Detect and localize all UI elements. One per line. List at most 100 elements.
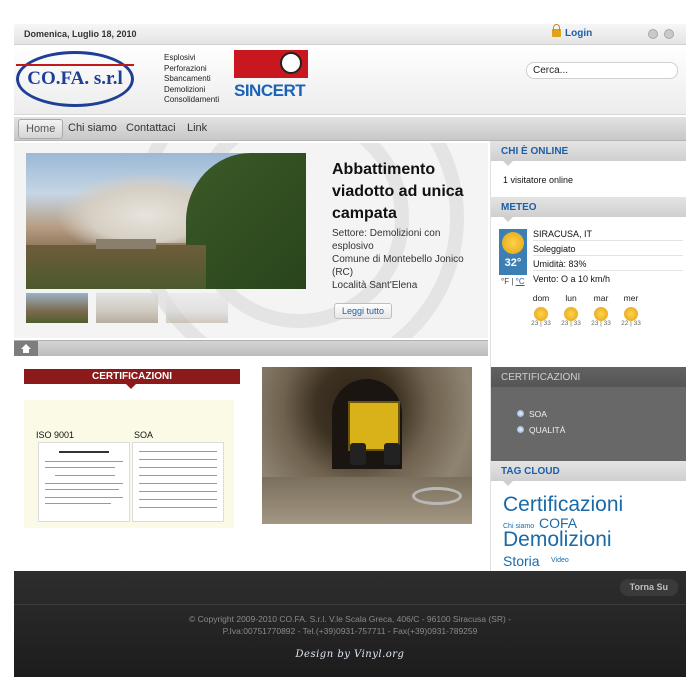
logo-stripe xyxy=(16,64,134,66)
home-icon xyxy=(21,344,31,353)
online-count: 1 visitatore online xyxy=(503,175,574,185)
slide-desc-line: Settore: Demolizioni con esplosivo xyxy=(332,228,441,252)
search-input[interactable]: Cerca... xyxy=(526,62,678,79)
forecast-temps: 23 | 33 xyxy=(561,320,581,327)
services-list: Esplosivi Perforazioni Sbancamenti Demol… xyxy=(164,53,219,106)
bridge-pier xyxy=(96,239,156,249)
forecast-day-name: mar xyxy=(593,293,609,303)
iso-certificate xyxy=(38,442,130,522)
home-button[interactable] xyxy=(14,341,38,356)
weather-humidity: Umidità: 83% xyxy=(533,259,683,271)
bullet-icon xyxy=(517,426,524,433)
forecast-temps: 23 | 33 xyxy=(531,320,551,327)
slide-image xyxy=(26,153,306,289)
sun-icon xyxy=(534,307,548,321)
date-text: Domenica, Luglio 18, 2010 xyxy=(24,29,137,39)
sidebar-item-soa[interactable]: SOA xyxy=(517,409,547,419)
maximize-icon[interactable] xyxy=(664,29,674,39)
featured-slider: Abbattimento viadotto ad unica campata S… xyxy=(14,143,488,338)
soa-label: SOA xyxy=(134,430,154,440)
wheel xyxy=(350,443,366,465)
tagcloud-heading: TAG CLOUD xyxy=(491,461,686,486)
nav-item-link[interactable]: Link xyxy=(187,122,207,134)
wheel xyxy=(384,443,400,465)
slide-desc-line: Comune di Montebello Jonico (RC) xyxy=(332,254,464,278)
service-item: Demolizioni xyxy=(164,84,206,94)
sidebar: CHI È ONLINE 1 visitatore online METEO 3… xyxy=(490,141,686,574)
sincert-logo-text: SINCERT xyxy=(234,81,306,100)
iso-label: ISO 9001 xyxy=(36,430,75,440)
sidebar-item-label: SOA xyxy=(529,409,547,419)
footer-top-line: Torna Su xyxy=(14,571,686,605)
service-item: Consolidamenti xyxy=(164,95,220,104)
company-logo[interactable]: CO.FA. s.r.l xyxy=(16,51,134,107)
slide-desc-line: Località Sant'Elena xyxy=(332,280,418,291)
main-nav: Home Chi siamo Contattaci Link xyxy=(14,117,686,141)
certificates-image[interactable]: ISO 9001 SOA xyxy=(24,400,234,528)
forecast-day-name: lun xyxy=(565,293,577,303)
tag-cloud: Certificazioni Chi siamo COFA Demolizion… xyxy=(491,481,686,581)
minimize-icon[interactable] xyxy=(648,29,658,39)
forecast-day-name: mer xyxy=(623,293,639,303)
login-label: Login xyxy=(565,28,593,39)
sidebar-certificazioni-heading: CERTIFICAZIONI xyxy=(491,367,686,392)
forecast-temps: 23 | 33 xyxy=(591,320,611,327)
lock-icon xyxy=(552,24,561,37)
service-item: Perforazioni xyxy=(164,63,207,73)
seal-icon xyxy=(280,52,302,74)
tag-link[interactable]: Demolizioni xyxy=(503,528,612,552)
slide-thumbnail-3[interactable] xyxy=(166,293,228,323)
forecast-day: mer 22 | 33 xyxy=(617,293,645,327)
sun-icon xyxy=(594,307,608,321)
current-temperature: 32° xyxy=(504,257,522,269)
slide-thumbnail-1[interactable] xyxy=(26,293,88,323)
slide-title: Abbattimento viadotto ad unica campata xyxy=(332,161,464,222)
tag-link[interactable]: Certificazioni xyxy=(503,493,623,517)
service-item: Sbancamenti xyxy=(164,74,211,83)
back-to-top-button[interactable]: Torna Su xyxy=(619,579,678,596)
unit-toggle: °F | °C xyxy=(501,277,525,286)
footer: Torna Su © Copyright 2009-2010 CO.FA. S.… xyxy=(14,571,686,677)
forecast-day-name: dom xyxy=(532,293,550,303)
sidebar-certificazioni-list: SOA QUALITÀ xyxy=(491,387,686,461)
slide-thumbnail-2[interactable] xyxy=(96,293,158,323)
unit-fahrenheit[interactable]: °F xyxy=(501,277,509,286)
top-bar: Domenica, Luglio 18, 2010 Login xyxy=(14,24,686,45)
online-heading: CHI È ONLINE xyxy=(491,141,686,166)
current-weather-box: 32° xyxy=(499,229,527,275)
tag-link[interactable]: Storia xyxy=(503,553,540,569)
foreground xyxy=(26,245,206,289)
copyright-line: © Copyright 2009-2010 CO.FA. S.r.l. V.le… xyxy=(188,614,512,624)
slide-description: Settore: Demolizioni con esplosivo Comun… xyxy=(332,227,482,292)
bullet-icon xyxy=(517,410,524,417)
weather-condition: Soleggiato xyxy=(533,244,683,256)
tunnel-photo[interactable] xyxy=(262,367,472,524)
breadcrumb-bar xyxy=(14,340,488,356)
logo-text: CO.FA. s.r.l xyxy=(27,68,123,89)
header: CO.FA. s.r.l Esplosivi Perforazioni Sban… xyxy=(14,45,686,115)
sidebar-item-label: QUALITÀ xyxy=(529,425,566,435)
nav-item-contattaci[interactable]: Contattaci xyxy=(126,122,176,134)
weather-widget: 32° SIRACUSA, IT Soleggiato Umidità: 83%… xyxy=(491,217,686,367)
bureau-veritas-badge xyxy=(234,50,308,78)
service-item: Esplosivi xyxy=(164,53,196,62)
nav-item-chi-siamo[interactable]: Chi siamo xyxy=(68,122,117,134)
sun-icon xyxy=(624,307,638,321)
hose xyxy=(412,487,462,505)
forecast-day: dom 23 | 33 xyxy=(527,293,555,327)
copyright-line: P.Iva:00751770892 - Tel.(+39)0931-757711… xyxy=(222,626,478,636)
sidebar-item-qualita[interactable]: QUALITÀ xyxy=(517,425,566,435)
certificazioni-heading: CERTIFICAZIONI xyxy=(24,369,240,389)
tag-link[interactable]: Video xyxy=(551,557,569,564)
login-link[interactable]: Login xyxy=(552,24,593,39)
sun-icon xyxy=(564,307,578,321)
unit-celsius[interactable]: °C xyxy=(516,277,525,286)
nav-item-home[interactable]: Home xyxy=(18,119,64,139)
soa-certificate xyxy=(132,442,224,522)
read-more-button[interactable]: Leggi tutto xyxy=(334,303,393,319)
page: Domenica, Luglio 18, 2010 Login CO.FA. s… xyxy=(14,24,686,677)
design-credit[interactable]: Design by Vinyl.org xyxy=(14,649,686,660)
sun-icon xyxy=(502,232,524,254)
forecast-day: lun 23 | 33 xyxy=(557,293,585,327)
main-content: Abbattimento viadotto ad unica campata S… xyxy=(14,141,686,574)
